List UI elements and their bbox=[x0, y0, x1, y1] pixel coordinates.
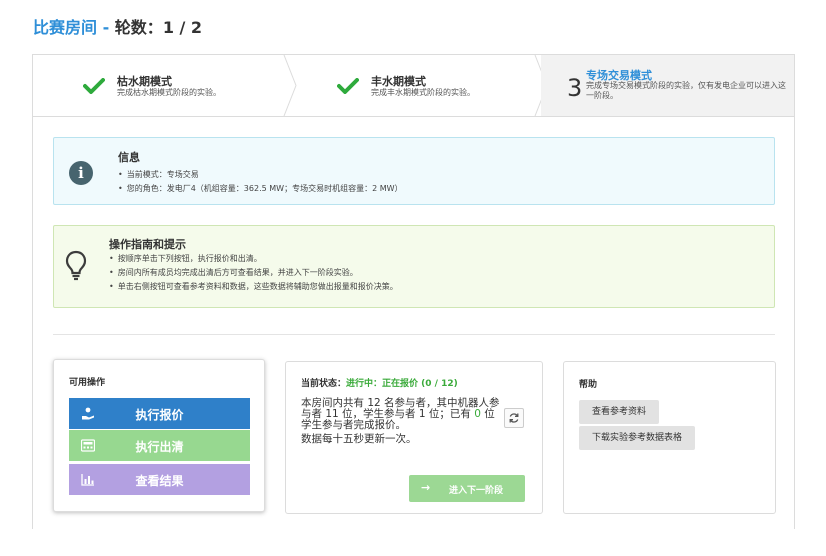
operations-panel: 可用操作 执行报价 执行出清 查看结果 bbox=[53, 359, 265, 512]
round-value: 1 / 2 bbox=[162, 18, 203, 37]
arrow-right-icon: → bbox=[421, 481, 431, 494]
lightbulb-icon bbox=[65, 250, 87, 281]
status-panel: 当前状态：进行中：正在报价 (0 / 12) 本房间内共有 12 名参与者，其中… bbox=[285, 361, 543, 514]
step-desc: 完成专场交易模式阶段的实验，仅有发电企业可以进入这一阶段。 bbox=[586, 81, 786, 100]
info-icon: i bbox=[69, 161, 93, 185]
operations-title: 可用操作 bbox=[69, 378, 106, 388]
list-item: 您的角色：发电厂4（机组容量：362.5 MW；专场交易时机组容量：2 MW） bbox=[118, 182, 403, 196]
clear-button[interactable]: 执行出清 bbox=[69, 430, 250, 461]
guide-title: 操作指南和提示 bbox=[109, 238, 186, 251]
refresh-button[interactable] bbox=[504, 408, 524, 428]
view-references-button[interactable]: 查看参考资料 bbox=[579, 400, 660, 424]
completed-count: 0 bbox=[474, 408, 481, 420]
info-alert: i 信息 当前模式：专场交易 您的角色：发电厂4（机组容量：362.5 MW；专… bbox=[53, 137, 775, 205]
status-value: 进行中：正在报价 (0 / 12) bbox=[346, 379, 458, 389]
status-description: 本房间内共有 12 名参与者，其中机器人参与者 11 位，学生参与者 1 位；已… bbox=[301, 398, 501, 445]
room-main-panel: 枯水期模式 完成枯水期模式阶段的实验。 丰水期模式 完成丰水期模式阶段的实验。 … bbox=[32, 54, 795, 529]
refresh-icon bbox=[509, 413, 519, 423]
step-title: 丰水期模式 bbox=[371, 75, 426, 88]
next-stage-label: 进入下一阶段 bbox=[449, 486, 504, 496]
status-heading: 当前状态：进行中：正在报价 (0 / 12) bbox=[301, 376, 458, 389]
bid-button[interactable]: 执行报价 bbox=[69, 398, 250, 429]
view-results-button-label: 查看结果 bbox=[135, 474, 184, 488]
download-data-button[interactable]: 下载实验参考数据表格 bbox=[579, 426, 696, 450]
list-item: 房间内所有成员均完成出清后方可查看结果，并进入下一阶段实验。 bbox=[109, 266, 398, 280]
info-list: 当前模式：专场交易 您的角色：发电厂4（机组容量：362.5 MW；专场交易时机… bbox=[118, 168, 403, 196]
check-icon bbox=[83, 78, 105, 94]
help-panel: 帮助 查看参考资料 下载实验参考数据表格 bbox=[563, 361, 776, 514]
step-number: 3 bbox=[567, 74, 583, 102]
refresh-note: 数据每十五秒更新一次。 bbox=[301, 433, 417, 445]
step-desc: 完成枯水期模式阶段的实验。 bbox=[117, 88, 221, 97]
bid-button-label: 执行报价 bbox=[135, 408, 184, 422]
participants-text: 本房间内共有 12 名参与者，其中机器人参与者 11 位，学生参与者 1 位；已… bbox=[301, 397, 500, 431]
view-results-button[interactable]: 查看结果 bbox=[69, 464, 250, 495]
guide-list: 按顺序单击下列按钮，执行报价和出清。 房间内所有成员均完成出清后方可查看结果，并… bbox=[109, 252, 398, 294]
step-dry-season: 枯水期模式 完成枯水期模式阶段的实验。 bbox=[33, 55, 289, 116]
help-title: 帮助 bbox=[579, 380, 598, 390]
guide-alert: 操作指南和提示 按顺序单击下列按钮，执行报价和出清。 房间内所有成员均完成出清后… bbox=[53, 225, 775, 308]
room-label: 比赛房间 bbox=[33, 18, 98, 37]
status-label: 当前状态： bbox=[301, 379, 347, 389]
step-wet-season: 丰水期模式 完成丰水期模式阶段的实验。 bbox=[289, 55, 541, 116]
next-stage-button[interactable]: → 进入下一阶段 bbox=[409, 475, 525, 502]
clear-button-label: 执行出清 bbox=[135, 440, 184, 454]
step-title: 枯水期模式 bbox=[117, 75, 172, 88]
check-icon bbox=[337, 78, 359, 94]
page-title: 比赛房间 - 轮数：1 / 2 bbox=[33, 14, 202, 38]
section-divider bbox=[53, 334, 775, 335]
list-item: 当前模式：专场交易 bbox=[118, 168, 403, 182]
step-desc: 完成丰水期模式阶段的实验。 bbox=[371, 88, 475, 97]
list-item: 单击右侧按钮可查看参考资料和数据，这些数据将辅助您做出报量和报价决策。 bbox=[109, 280, 398, 294]
stage-steps: 枯水期模式 完成枯水期模式阶段的实验。 丰水期模式 完成丰水期模式阶段的实验。 … bbox=[33, 55, 794, 117]
info-title: 信息 bbox=[118, 151, 140, 164]
title-separator: - bbox=[97, 18, 115, 37]
list-item: 按顺序单击下列按钮，执行报价和出清。 bbox=[109, 252, 398, 266]
round-label: 轮数： bbox=[114, 18, 163, 37]
step-special-trading: 3 专场交易模式 完成专场交易模式阶段的实验，仅有发电企业可以进入这一阶段。 bbox=[541, 55, 794, 116]
